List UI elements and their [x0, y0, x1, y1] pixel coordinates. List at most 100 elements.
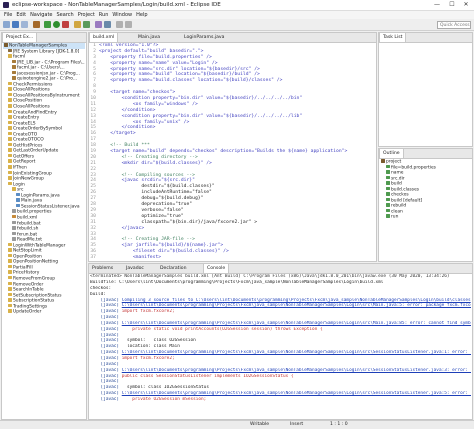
console-text: build: [90, 291, 106, 297]
build-icon[interactable] [33, 21, 40, 28]
console-text: location: class Main [121, 344, 180, 350]
project-explorer-tabstrip: Project Ex... [2, 33, 86, 43]
tree-item-label: SearchInTable [13, 287, 44, 293]
save-all-icon[interactable] [21, 21, 28, 28]
outline-panel: Outline project file=build.properties name… [378, 148, 473, 262]
console-tab-problems[interactable]: Problems [89, 264, 116, 273]
code-text: <os family="windows" /> [99, 101, 198, 107]
tree-item-label: PartialFill [13, 265, 33, 271]
quick-access-input[interactable]: Quick Access [437, 21, 471, 29]
menu-run[interactable]: Run [99, 11, 109, 19]
outline-node-icon [386, 203, 390, 207]
console-error-link[interactable]: C:\Users\lint\Documents\programming\Proj… [122, 391, 471, 396]
title-bar: eclipse-workspace - NonTableManagerSampl… [0, 0, 474, 11]
console-error-link[interactable]: C:\Users\lint\Documents\programming\Proj… [122, 368, 471, 373]
back-icon[interactable] [116, 21, 123, 28]
tree-item-label: ClosePosition [13, 98, 43, 104]
tree-item-label: SubscriptionStatus [13, 298, 55, 304]
tree-item-label: NetStopLimit [13, 248, 42, 254]
code-text: <target name="checkos"> [99, 90, 176, 96]
code-line: 37 <manifest> [90, 255, 375, 260]
editor-tab-main-java[interactable]: Main.java [135, 33, 163, 42]
folder-icon [8, 176, 12, 180]
minimize-button[interactable]: — [430, 1, 444, 9]
new-file-icon[interactable] [3, 21, 10, 28]
console-tab-console[interactable]: Console [203, 264, 230, 273]
menu-help[interactable]: Help [136, 11, 147, 19]
external-tools-icon[interactable] [62, 21, 69, 28]
code-text: <property name="build.classes" location=… [99, 78, 283, 84]
console-tag: [javac] [90, 315, 122, 321]
status-cursor-position: 1 : 1 : 0 [330, 422, 348, 427]
menu-file[interactable]: File [4, 11, 12, 19]
open-type-icon[interactable] [95, 21, 102, 28]
code-text: <!-- Compiling sources --> [99, 172, 195, 178]
jar-icon [12, 65, 16, 69]
tree-item-label: GetHistPrices [13, 143, 43, 149]
tab-project-explorer[interactable]: Project Ex... [2, 33, 38, 42]
editor-tab-build-xml[interactable]: build.xml [89, 33, 119, 42]
new-java-package-icon[interactable] [74, 21, 81, 28]
tree-item-label: ReadMe.txt [17, 237, 42, 243]
code-text: <target name="build" depends="checkos" d… [99, 149, 348, 155]
menu-project[interactable]: Project [78, 11, 95, 19]
tab-outline[interactable]: Outline [379, 149, 404, 158]
console-text: private static void printAccounts(O2GSes… [121, 326, 323, 332]
console-error-link[interactable]: C:\Users\lint\Documents\programming\Proj… [122, 303, 471, 308]
code-text: <condition property="bin.dir" value="${b… [99, 113, 303, 119]
close-button[interactable]: ✕ [459, 1, 473, 9]
forward-icon[interactable] [125, 21, 132, 28]
menu-window[interactable]: Window [112, 11, 132, 19]
console-tag: [javac] [90, 367, 122, 373]
folder-icon [8, 170, 12, 175]
tree-item-label: GetLastOrderUpdate [13, 148, 59, 154]
outline-item-label: rebuild [391, 203, 407, 209]
editor-tab-loginparams-java[interactable]: LoginParams.java [181, 33, 227, 42]
console-tag: [javac] [90, 396, 122, 402]
code-text: verbose="false" [99, 207, 184, 213]
main-toolbar: Quick Access [0, 19, 474, 31]
save-icon[interactable] [12, 21, 19, 28]
outline-node-icon [386, 164, 390, 169]
new-java-class-icon[interactable] [83, 21, 90, 28]
folder-icon [8, 275, 12, 280]
tab-task-list[interactable]: Task List [379, 33, 407, 42]
console-tab-declaration[interactable]: Declaration [157, 264, 189, 273]
tree-item-label: RemoveFromGroup [13, 276, 56, 282]
console-error-link[interactable]: C:\Users\lint\Documents\programming\Proj… [122, 321, 471, 326]
folder-icon [8, 303, 12, 308]
outline-node-icon [386, 214, 390, 218]
console-text: import fxcm.fxcore2; [121, 309, 175, 315]
outline-node-icon [386, 170, 390, 174]
task-list-panel: Task List [378, 32, 473, 147]
folder-icon [8, 298, 12, 302]
tree-item-label: CloseAllPositionsByInstrument [13, 93, 80, 99]
outline-node-icon [386, 175, 390, 180]
outline-item-label: clean [391, 209, 403, 215]
console-tag: [javac] [90, 338, 122, 344]
console-tab-javadoc[interactable]: Javadoc [123, 264, 147, 273]
tree-item[interactable]: UpdateOrder [3, 309, 85, 315]
outline-node-icon [386, 192, 390, 196]
code-text: classpath="${bin.dir}/java/fxcore2.jar" … [99, 219, 258, 225]
code-text: <fileset dir="${build.classes}" /> [99, 249, 229, 255]
status-bar: Writable Insert 1 : 1 : 0 [0, 420, 474, 429]
menu-search[interactable]: Search [57, 11, 74, 19]
outline-item[interactable]: run [380, 214, 471, 220]
menu-edit[interactable]: Edit [16, 11, 26, 19]
code-editor[interactable]: 1 <?xml version="1.0"?> 2 <project default=… [90, 43, 375, 260]
folder-icon [8, 120, 12, 125]
console-text[interactable]: Compiling 3 source files to C:\Users\lin… [122, 298, 471, 303]
console-error-link[interactable]: C:\Users\lint\Documents\programming\Proj… [122, 350, 471, 355]
status-writable: Writable [250, 422, 270, 427]
menu-navigate[interactable]: Navigate [30, 11, 52, 19]
debug-icon[interactable] [44, 21, 51, 28]
folder-icon [8, 309, 12, 313]
search-icon[interactable] [104, 21, 111, 28]
outline-item-label: project [386, 159, 402, 165]
folder-icon [8, 259, 12, 263]
console-output[interactable]: <terminated> NonTableManagerSamples buil… [90, 274, 471, 418]
maximize-button[interactable]: ☐ [445, 1, 459, 9]
code-text: <condition property="bin.dir" value="${b… [99, 96, 303, 102]
run-icon[interactable] [53, 21, 60, 28]
